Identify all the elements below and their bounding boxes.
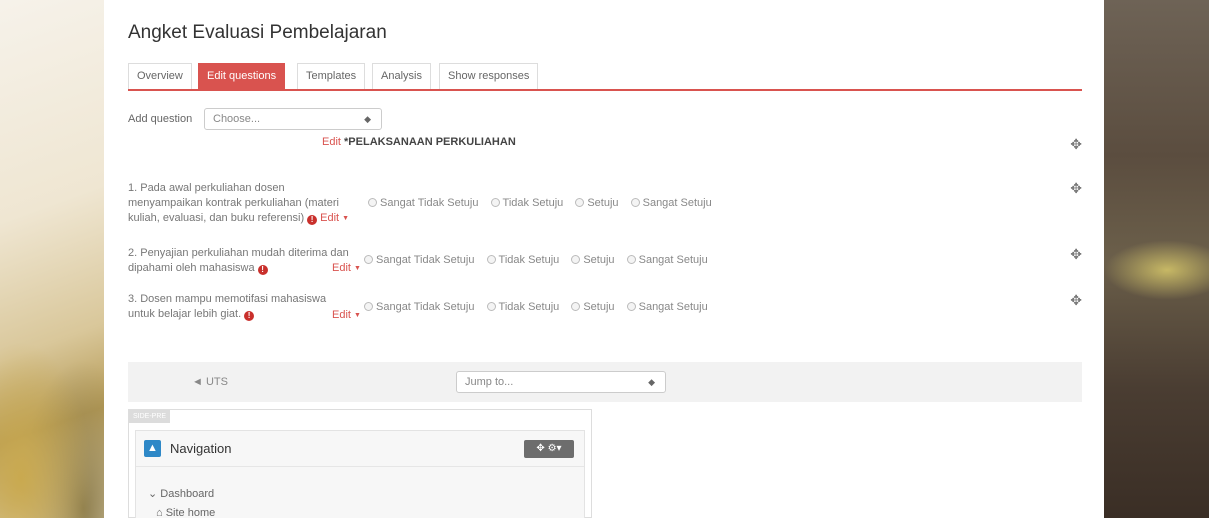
question-3-options: Sangat Tidak Setuju Tidak Setuju Setuju … [364,301,717,313]
page-title: Angket Evaluasi Pembelajaran [128,22,387,43]
nav-item-dashboard[interactable]: ⌄ Dashboard [148,487,214,500]
gear-icon[interactable]: ⚙▾ [548,443,562,454]
radio-option[interactable]: Sangat Setuju [626,254,708,266]
select-caret-icon: ◆ [364,114,371,124]
question-text-line: 2. Penyajian perkuliahan mudah diterima … [128,247,349,259]
side-pre-region: SIDE-PRE ▲ Navigation ✥ ⚙▾ ⌄ Dashboard ⌂… [128,409,592,518]
question-text-line: 3. Dosen mampu memotifasi mahasiswa [128,293,327,305]
question-2: 2. Penyajian perkuliahan mudah diterima … [128,246,349,276]
radio-option[interactable]: Tidak Setuju [490,197,563,209]
section-edit-link[interactable]: Edit [322,136,341,148]
tab-templates[interactable]: Templates [297,63,366,89]
chevron-down-icon: ⌄ [148,488,158,500]
question-text-line: untuk belajar lebih giat. [128,308,242,320]
required-icon: ! [244,311,255,321]
home-icon: ⌂ [156,507,163,518]
radio-option[interactable]: Tidak Setuju [486,301,559,313]
jump-to-select[interactable]: Jump to... ◆ [456,371,666,393]
question-3-edit-link[interactable]: Edit ▼ [332,309,361,321]
radio-option[interactable]: Sangat Tidak Setuju [368,197,478,209]
navigation-block-header: ▲ Navigation ✥ ⚙▾ [136,431,584,467]
question-text-line: menyampaikan kontrak perkuliahan (materi [128,197,339,209]
question-1-edit-link[interactable]: Edit ▼ [320,212,349,224]
previous-activity-link[interactable]: ◄ UTS [192,376,228,388]
section-title: *PELAKSANAAN PERKULIAHAN [344,136,516,148]
question-1-options: Sangat Tidak Setuju Tidak Setuju Setuju … [368,197,721,209]
navigation-block-title: Navigation [170,441,232,456]
add-question-select[interactable]: Choose... ◆ [204,108,382,130]
radio-option[interactable]: Sangat Tidak Setuju [364,254,474,266]
radio-option[interactable]: Sangat Setuju [630,197,712,209]
radio-option[interactable]: Setuju [575,197,619,209]
required-icon: ! [307,215,318,225]
required-icon: ! [257,265,268,275]
tab-analysis[interactable]: Analysis [372,63,431,89]
question-2-options: Sangat Tidak Setuju Tidak Setuju Setuju … [364,254,717,266]
add-question-label: Add question [128,113,193,125]
question-3: 3. Dosen mampu memotifasi mahasiswa untu… [128,292,326,322]
move-arrows-icon[interactable]: ✥ [536,443,544,454]
radio-option[interactable]: Setuju [571,301,615,313]
navigation-block: ▲ Navigation ✥ ⚙▾ ⌄ Dashboard ⌂ Site hom… [135,430,585,518]
radio-option[interactable]: Setuju [571,254,615,266]
add-question-value: Choose... [213,113,261,125]
question-text-line: dipahami oleh mahasiswa [128,262,255,274]
block-actions-menu[interactable]: ✥ ⚙▾ [524,440,574,458]
tab-edit-questions[interactable]: Edit questions [198,63,286,89]
select-caret-icon: ◆ [648,377,655,387]
move-arrows-icon[interactable]: ✥ [1070,136,1082,153]
region-label: SIDE-PRE [129,410,171,423]
question-1: 1. Pada awal perkuliahan dosen menyampai… [128,181,349,226]
section-heading: Edit *PELAKSANAAN PERKULIAHAN [322,136,516,148]
radio-option[interactable]: Sangat Tidak Setuju [364,301,474,313]
question-text-line: kuliah, evaluasi, dan buku referensi) [128,212,305,224]
nav-item-site-home[interactable]: ⌂ Site home [156,507,215,518]
jump-to-value: Jump to... [465,376,514,388]
sitemap-icon: ▲ [144,440,161,457]
radio-option[interactable]: Sangat Setuju [626,301,708,313]
tab-overview[interactable]: Overview [128,63,192,89]
question-2-edit-link[interactable]: Edit ▼ [332,262,361,274]
background-right [1104,0,1209,518]
move-arrows-icon[interactable]: ✥ [1070,180,1082,197]
question-text-line: 1. Pada awal perkuliahan dosen [128,182,285,194]
activity-navigation: ◄ UTS Jump to... ◆ [128,362,1082,402]
tab-bar: Overview Edit questions Templates Analys… [128,63,1082,91]
main-content: Angket Evaluasi Pembelajaran Overview Ed… [104,0,1104,518]
background-left [0,0,104,518]
radio-option[interactable]: Tidak Setuju [486,254,559,266]
move-arrows-icon[interactable]: ✥ [1070,292,1082,309]
tab-show-responses[interactable]: Show responses [439,63,539,89]
move-arrows-icon[interactable]: ✥ [1070,246,1082,263]
